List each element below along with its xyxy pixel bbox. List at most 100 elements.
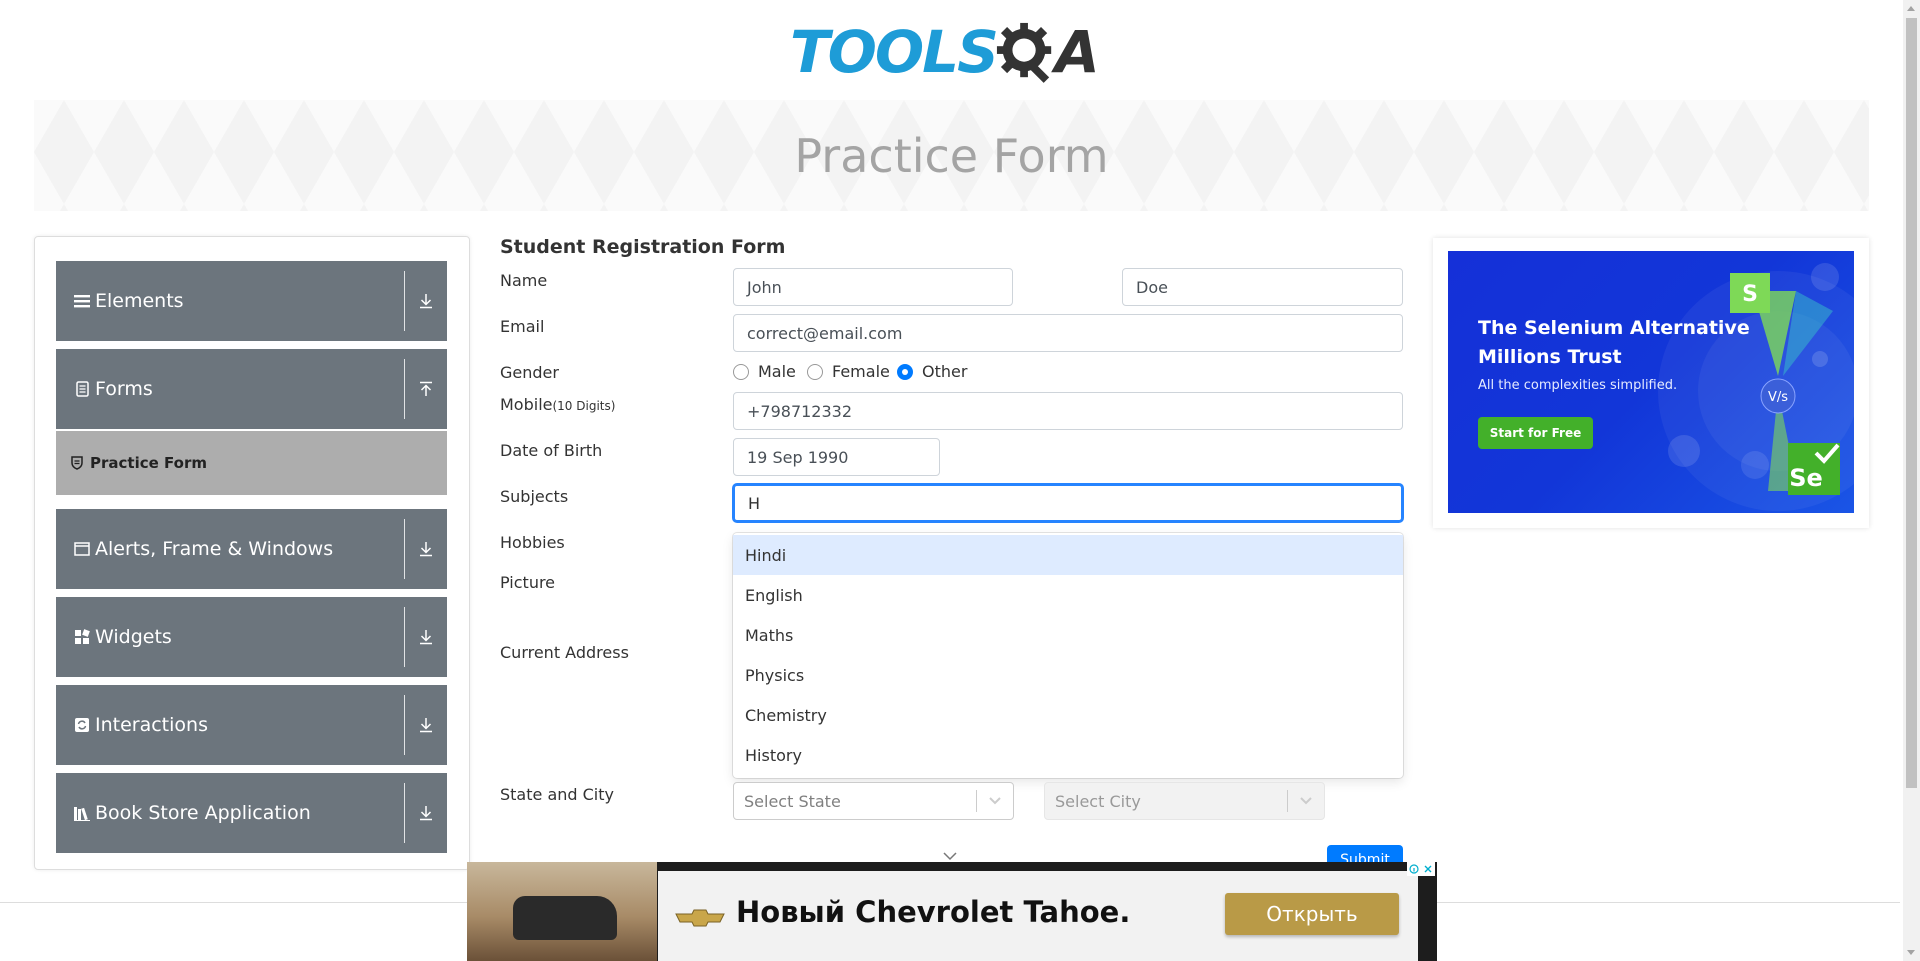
chevron-down-icon[interactable] [977,796,1013,806]
sidebar-group-elements[interactable]: Elements [56,261,447,341]
close-icon[interactable] [1423,864,1433,874]
sidebar-group-book-store[interactable]: Book Store Application [56,773,447,853]
sidebar-group-label: Widgets [95,626,172,648]
sidebar-group-label: Elements [95,290,184,312]
state-select[interactable]: Select State [733,782,1014,820]
chevrolet-logo-icon [675,909,725,927]
sidebar-item-label: Practice Form [90,454,207,472]
radio-label: Male [758,362,796,381]
hobbies-label: Hobbies [500,533,565,552]
gender-radio-female[interactable]: Female [807,362,890,381]
subjects-dropdown-menu: Hindi English Maths Physics Chemistry Hi… [733,533,1403,778]
sidebar-group-label: Alerts, Frame & Windows [95,538,334,560]
sidebar-group-label: Book Store Application [95,802,311,824]
widgets-icon [73,629,91,645]
page-scrollbar[interactable] [1903,0,1920,961]
date-of-birth-input[interactable]: 19 Sep 1990 [733,438,940,476]
scroll-down-arrow-icon[interactable] [1907,950,1915,955]
sidebar-group-forms[interactable]: Forms [56,349,447,429]
ad-title-line: The Selenium Alternative [1478,317,1750,339]
mobile-label-hint: (10 Digits) [552,399,616,413]
expand-arrow-icon[interactable] [405,293,447,309]
list-icon [73,294,91,308]
subject-option[interactable]: History [733,735,1403,775]
separator [404,607,405,667]
city-placeholder: Select City [1055,791,1141,811]
collapse-arrow-icon[interactable] [405,381,447,397]
document-icon [73,381,91,397]
logo-text-a: A [1054,18,1100,86]
subject-option[interactable]: English [733,575,1403,615]
gender-radio-other[interactable]: Other [897,362,967,381]
mobile-label-text: Mobile [500,395,553,414]
radio-circle-checked[interactable] [897,363,913,380]
svg-text:V/s: V/s [1768,390,1788,405]
first-name-input[interactable]: John [733,268,1013,306]
expand-arrow-icon[interactable] [405,805,447,821]
email-input[interactable]: correct@email.com [733,314,1403,352]
picture-label: Picture [500,573,556,592]
shield-icon [71,456,83,470]
form-title: Student Registration Form [500,236,786,258]
ad-car-photo [467,862,657,961]
toolsqa-logo[interactable]: TOOLS A [790,14,1100,90]
ad-title-line: Millions Trust [1478,346,1622,368]
subject-option[interactable]: Chemistry [733,695,1403,735]
subject-option[interactable]: Physics [733,655,1403,695]
expand-arrow-icon[interactable] [405,629,447,645]
scroll-up-arrow-icon[interactable] [1907,6,1915,11]
separator [404,359,405,419]
separator [404,271,405,331]
address-label: Current Address [500,643,629,662]
subjects-label: Subjects [500,487,569,506]
radio-label: Female [832,362,890,381]
subjects-input[interactable]: H [733,484,1403,522]
state-city-label: State and City [500,785,614,804]
gender-label: Gender [500,363,559,382]
info-icon [1409,864,1419,874]
adchoices-icon[interactable] [1407,862,1435,876]
radio-circle[interactable] [807,363,823,380]
gender-radio-male[interactable]: Male [733,362,796,381]
car-image [513,896,617,940]
ad-panel: Новый Chevrolet Tahoe. Открыть [658,871,1418,961]
svg-text:S: S [1742,282,1758,307]
sidebar-group-label: Interactions [95,714,208,736]
page-banner: Practice Form [34,100,1869,211]
last-name-input[interactable]: Doe [1122,268,1403,306]
logo-gear-icon [996,22,1052,83]
bottom-ad-banner[interactable]: Новый Chevrolet Tahoe. Открыть [467,862,1437,961]
radio-circle[interactable] [733,363,749,380]
mobile-label: Mobile(10 Digits) [500,395,615,414]
ad-title: The Selenium Alternative Millions Trust [1478,314,1750,372]
books-icon [73,805,91,821]
city-select[interactable]: Select City [1044,782,1325,820]
side-ad-banner[interactable]: V/s S Se The Selenium Alternative Millio… [1448,251,1854,513]
window-icon [73,542,91,556]
dob-label: Date of Birth [500,441,603,460]
ad-headline: Новый Chevrolet Tahoe. [736,895,1131,929]
mobile-input[interactable]: +798712332 [733,392,1403,430]
left-sidebar: Elements Forms Practice Form Alerts, Fra… [34,236,470,870]
state-placeholder: Select State [744,791,841,811]
email-label: Email [500,317,545,336]
radio-label: Other [922,362,968,381]
sidebar-group-alerts[interactable]: Alerts, Frame & Windows [56,509,447,589]
subject-option[interactable]: Hindi [733,535,1403,575]
subject-option[interactable]: Maths [733,615,1403,655]
open-button[interactable]: Открыть [1225,893,1399,935]
start-for-free-button[interactable]: Start for Free [1478,417,1593,449]
ad-subtitle: All the complexities simplified. [1478,378,1678,393]
scrollbar-thumb[interactable] [1906,18,1917,788]
separator [404,783,405,843]
sidebar-group-interactions[interactable]: Interactions [56,685,447,765]
separator [404,519,405,579]
sidebar-group-widgets[interactable]: Widgets [56,597,447,677]
chevron-down-icon[interactable] [1288,796,1324,806]
expand-arrow-icon[interactable] [405,717,447,733]
page-title: Practice Form [794,128,1109,183]
sidebar-item-practice-form[interactable]: Practice Form [56,431,447,495]
svg-text:Se: Se [1789,464,1823,492]
logo-text-tools: TOOLS [790,18,999,86]
expand-arrow-icon[interactable] [405,541,447,557]
